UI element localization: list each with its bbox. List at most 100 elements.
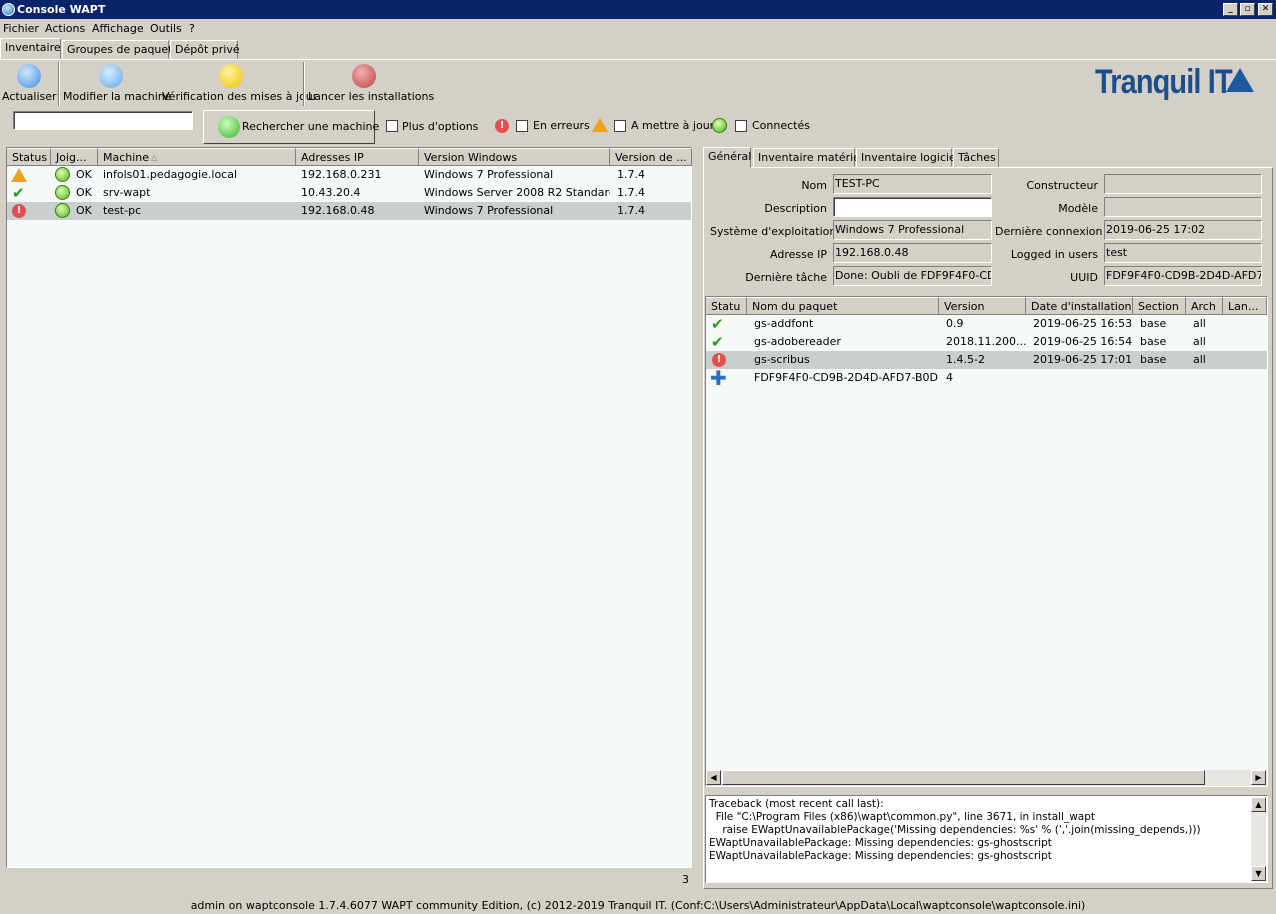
tab-tasks[interactable]: Tâches (953, 148, 999, 167)
menu-help[interactable]: ? (189, 19, 195, 38)
package-row[interactable]: ✔ gs-addfont 0.9 2019-06-25 16:53 base a… (706, 315, 1267, 333)
toolbar-separator (303, 62, 305, 106)
log-line: EWaptUnavailablePackage: Missing depende… (709, 837, 1052, 849)
tab-groupes-de-paquets[interactable]: Groupes de paquets (62, 40, 178, 59)
check-updates-button[interactable]: Vérification des mises à jour (162, 62, 317, 106)
log-line: EWaptUnavailablePackage: Missing depende… (709, 850, 1052, 862)
package-date: 2019-06-25 17:01 (1033, 353, 1133, 366)
toolbar-separator (58, 62, 60, 106)
package-section: base (1140, 353, 1167, 366)
reachable-icon (55, 185, 70, 200)
more-options-label: Plus d'options (402, 120, 479, 133)
refresh-button[interactable]: Actualiser (2, 62, 57, 106)
menu-fichier[interactable]: Fichier (3, 19, 39, 38)
scroll-down-icon[interactable]: ▼ (1251, 866, 1266, 881)
package-version: 0.9 (946, 317, 964, 330)
launch-installs-button[interactable]: Lancer les installations (308, 62, 435, 106)
errors-checkbox[interactable] (516, 120, 528, 132)
col-machine-label: Machine (103, 151, 150, 164)
packages-hscrollbar[interactable]: ◀ ▶ (706, 770, 1267, 786)
lightning-icon (352, 64, 376, 88)
ip-address: 192.168.0.231 (301, 168, 382, 181)
col-wapt-version[interactable]: Version de ... (610, 148, 692, 166)
package-row[interactable]: ! gs-scribus 1.4.5-2 2019-06-25 17:01 ba… (706, 351, 1267, 369)
logged-users-field[interactable]: test (1104, 243, 1262, 263)
os-field[interactable]: Windows 7 Professional (833, 220, 992, 240)
tab-hardware-inventory[interactable]: Inventaire matériel (753, 148, 863, 167)
package-name: FDF9F4F0-CD9B-2D4D-AFD7-B0D... (754, 371, 939, 384)
launch-installs-label: Lancer les installations (308, 90, 435, 103)
search-machine-label: Rechercher une machine (242, 120, 380, 133)
menu-affichage[interactable]: Affichage (92, 19, 144, 38)
host-row[interactable]: ✔ OK srv-wapt 10.43.20.4 Windows Server … (7, 184, 691, 202)
col-pkg-arch[interactable]: Arch (1186, 297, 1223, 315)
last-task-field[interactable]: Done: Oubli de FDF9F4F0-CD9B- (833, 266, 992, 286)
menu-outils[interactable]: Outils (150, 19, 182, 38)
refresh-label: Actualiser (2, 90, 57, 103)
tab-software-inventory[interactable]: Inventaire logiciel (856, 148, 959, 167)
connected-checkbox[interactable] (735, 120, 747, 132)
menu-actions[interactable]: Actions (45, 19, 85, 38)
windows-version: Windows 7 Professional (424, 168, 554, 181)
col-pkg-lang[interactable]: Lan... (1223, 297, 1267, 315)
col-windows-version[interactable]: Version Windows (419, 148, 610, 166)
col-ip[interactable]: Adresses IP (296, 148, 419, 166)
col-pkg-name[interactable]: Nom du paquet (747, 297, 939, 315)
log-line: File "C:\Program Files (x86)\wapt\common… (709, 811, 1096, 823)
name-field[interactable]: TEST-PC (833, 174, 992, 194)
log-vscrollbar[interactable]: ▲ ▼ (1251, 797, 1266, 881)
edit-machine-button[interactable]: Modifier la machine (63, 62, 172, 106)
error-icon: ! (712, 353, 726, 367)
scroll-right-icon[interactable]: ▶ (1251, 770, 1266, 785)
reachable-text: OK (76, 186, 92, 199)
scroll-thumb[interactable] (722, 770, 1205, 785)
machine-name: infols01.pedagogie.local (103, 168, 238, 181)
search-input[interactable] (13, 111, 193, 130)
maximize-button[interactable]: ▫ (1240, 3, 1255, 16)
col-reachable[interactable]: Joig... (51, 148, 98, 166)
model-field[interactable] (1104, 197, 1262, 217)
uuid-field[interactable]: FDF9F4F0-CD9B-2D4D-AFD7-B0 (1104, 266, 1262, 286)
host-row[interactable]: OK infols01.pedagogie.local 192.168.0.23… (7, 166, 691, 184)
ip-field[interactable]: 192.168.0.48 (833, 243, 992, 263)
connected-label: Connectés (752, 119, 810, 132)
package-row[interactable]: ✚ FDF9F4F0-CD9B-2D4D-AFD7-B0D... 4 (706, 368, 1267, 388)
tab-inventaire[interactable]: Inventaire (0, 38, 61, 59)
package-version: 4 (946, 371, 953, 384)
wapt-version: 1.7.4 (617, 204, 645, 217)
refresh-icon (17, 64, 41, 88)
manufacturer-field[interactable] (1104, 174, 1262, 194)
windows-version: Windows Server 2008 R2 Standard (424, 186, 610, 199)
log-line: Traceback (most recent call last): (709, 798, 884, 810)
error-log[interactable]: Traceback (most recent call last): File … (705, 795, 1268, 883)
description-field[interactable] (833, 197, 992, 217)
package-row[interactable]: ✔ gs-adobereader 2018.11.200... 2019-06-… (706, 333, 1267, 351)
last-connection-label: Dernière connexion (995, 225, 1103, 238)
scroll-up-icon[interactable]: ▲ (1251, 797, 1266, 812)
last-connection-field[interactable]: 2019-06-25 17:02 (1104, 220, 1262, 240)
col-pkg-version[interactable]: Version (939, 297, 1026, 315)
splitter[interactable] (696, 147, 700, 887)
close-button[interactable]: ✕ (1258, 3, 1273, 16)
col-pkg-install-date[interactable]: Date d'installation (1026, 297, 1133, 315)
col-machine[interactable]: Machine △ (98, 148, 296, 166)
errors-label: En erreurs (533, 119, 590, 132)
last-task-label: Dernière tâche (745, 271, 827, 284)
tabs-underline (0, 59, 1276, 60)
minimize-button[interactable]: _ (1223, 3, 1238, 16)
tab-depot-prive[interactable]: Dépôt privé (170, 40, 240, 59)
package-name: gs-addfont (754, 317, 814, 330)
col-status[interactable]: Status (7, 148, 51, 166)
col-pkg-section[interactable]: Section (1133, 297, 1186, 315)
reachable-icon (55, 167, 70, 182)
host-row[interactable]: ! OK test-pc 192.168.0.48 Windows 7 Prof… (7, 202, 691, 220)
to-update-checkbox[interactable] (614, 120, 626, 132)
tab-general[interactable]: Général (703, 147, 751, 168)
scroll-left-icon[interactable]: ◀ (706, 770, 721, 785)
error-icon: ! (12, 204, 26, 218)
wapt-version: 1.7.4 (617, 186, 645, 199)
status-text: admin on waptconsole 1.7.4.6077 WAPT com… (190, 899, 1086, 912)
col-pkg-status[interactable]: Statu (706, 297, 747, 315)
menu-bar: Fichier Actions Affichage Outils ? (0, 19, 1276, 38)
more-options-checkbox[interactable] (386, 120, 398, 132)
